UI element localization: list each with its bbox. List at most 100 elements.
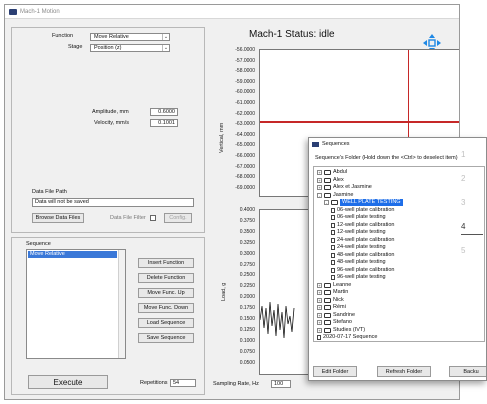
folder-icon [324, 327, 331, 333]
pager-number[interactable]: 3 [461, 198, 465, 207]
repetitions-label: Repetitions [140, 380, 168, 386]
list-scrollbar[interactable] [118, 250, 125, 358]
axis-tick-label: -65.0000 [235, 142, 255, 149]
axis-tick-label: 0.2250 [239, 283, 255, 290]
expand-icon[interactable]: + [317, 320, 322, 325]
expand-icon[interactable]: + [317, 312, 322, 318]
tree-sequence-item[interactable]: 06-well plate calibration [331, 207, 394, 214]
tree-sequence-item[interactable]: 12-well plate calibration [331, 222, 394, 229]
expand-icon[interactable]: + [317, 297, 322, 303]
tree-folder-item[interactable]: + Stefano [317, 319, 352, 326]
amplitude-input[interactable]: 0.6000 [150, 108, 178, 116]
pager-number[interactable]: 5 [461, 246, 465, 255]
tree-folder-item[interactable]: + Sandrine [317, 312, 355, 319]
tree-sequence-item[interactable]: 48-well plate calibration [331, 252, 394, 259]
folder-icon [324, 290, 331, 295]
axis-tick-label: 0.1500 [239, 316, 255, 322]
axis-tick-label: 0.3500 [239, 228, 255, 235]
axis-tick-label: -59.0000 [235, 78, 255, 85]
tree-item-label: 2020-07-17 Sequence [323, 334, 378, 340]
axis-tick-label: -58.0000 [235, 68, 255, 75]
tree-item-label: Abdul [333, 169, 348, 175]
sequence-folder-tree[interactable]: + Abdul + Alex + Alex et Jasmine - Jasmine - WELL… [313, 166, 485, 342]
repetitions-input[interactable]: 54 [170, 379, 196, 387]
sampling-rate-input[interactable]: 100 [271, 380, 291, 388]
tree-folder-item[interactable]: + Martin [317, 289, 348, 296]
file-icon [317, 335, 321, 340]
tree-item-label: Alex [333, 176, 344, 183]
function-select[interactable]: Move Relative ⌄ [90, 33, 170, 41]
sequence-list[interactable]: Move Relative [26, 249, 126, 359]
tree-folder-item[interactable]: + Nick [317, 297, 344, 304]
tree-item-label: Rémi [333, 304, 346, 310]
file-icon [331, 230, 335, 235]
tree-item-label: Martin [333, 289, 349, 295]
pager-number[interactable]: 4 [461, 222, 465, 231]
expand-icon[interactable]: + [317, 290, 322, 295]
tree-item-label: 06-well plate testing [337, 214, 386, 220]
collapse-icon[interactable]: - [317, 192, 322, 198]
pager-number[interactable]: 1 [461, 150, 465, 159]
amplitude-label: Amplitude, mm [92, 109, 129, 115]
stage-select[interactable]: Position (z) ⌄ [90, 44, 170, 52]
tree-folder-item[interactable]: + Alex [317, 177, 344, 184]
move-func-down-button[interactable]: Move Func. Down [138, 303, 194, 313]
edit-folder-button[interactable]: Edit Folder [313, 366, 357, 377]
dialog-title: Sequences [322, 141, 350, 147]
tree-sequence-item[interactable]: 24-well plate calibration [331, 237, 394, 244]
tree-folder-item[interactable]: + Alex et Jasmine [317, 184, 372, 191]
tree-folder-item[interactable]: + Studies (IVT) [317, 327, 365, 334]
axis-tick-label: 0.2500 [239, 272, 255, 279]
expand-icon[interactable]: + [317, 170, 322, 175]
expand-icon[interactable]: + [317, 185, 322, 190]
axis-tick-label: -68.0000 [235, 174, 255, 181]
tree-folder-item[interactable]: + Abdul [317, 169, 347, 176]
axis-tick-label: 0.3750 [239, 217, 255, 224]
tree-sequence-item[interactable]: 06-well plate testing [331, 214, 386, 221]
tree-item-label: 12-well plate calibration [337, 221, 395, 228]
axis-tick-label: 0.0500 [239, 359, 255, 366]
tree-item-label: 12-well plate testing [337, 229, 386, 235]
expand-icon[interactable]: + [317, 177, 322, 183]
backup-button[interactable]: Backu [449, 366, 486, 377]
position-trace [260, 121, 459, 123]
tree-item-label: Sandrine [333, 311, 356, 318]
list-item[interactable]: Move Relative [28, 251, 117, 258]
collapse-icon[interactable]: - [324, 200, 329, 205]
tree-sequence-item[interactable]: 96-well plate testing [331, 274, 386, 281]
tree-folder-item[interactable]: + Rémi [317, 304, 346, 311]
data-file-path-field[interactable]: Data will not be saved [32, 198, 194, 207]
expand-icon[interactable]: + [317, 282, 322, 288]
axis-tick-label: 0.1000 [239, 337, 255, 344]
data-file-filter-checkbox[interactable] [150, 215, 156, 221]
tree-item-label: 06-well plate calibration [337, 206, 395, 213]
tree-folder-item[interactable]: - WELL PLATE TESTING [324, 199, 403, 206]
velocity-input[interactable]: 0.1001 [150, 119, 178, 127]
insert-function-button[interactable]: Insert Function [138, 258, 194, 268]
save-sequence-button[interactable]: Save Sequence [138, 333, 194, 343]
expand-icon[interactable]: + [317, 305, 322, 310]
axis-tick-label: 0.0750 [239, 348, 255, 355]
axis-tick-label: -60.0000 [235, 89, 255, 96]
tree-sequence-item[interactable]: 96-well plate calibration [331, 267, 394, 274]
browse-data-files-button[interactable]: Browse Data Files [32, 213, 84, 223]
tree-item-label: WELL PLATE TESTING [340, 199, 403, 206]
move-func-up-button[interactable]: Move Func. Up [138, 288, 194, 298]
config-button[interactable]: Config. [164, 213, 192, 223]
tree-sequence-item[interactable]: 12-well plate testing [331, 229, 386, 236]
expand-icon[interactable]: + [317, 327, 322, 333]
execute-button[interactable]: Execute [28, 375, 108, 389]
axis-tick-label: -67.0000 [235, 163, 255, 170]
tree-sequence-item[interactable]: 24-well plate testing [331, 244, 386, 251]
file-icon [331, 222, 335, 228]
load-sequence-button[interactable]: Load Sequence [138, 318, 194, 328]
pager-number[interactable]: 2 [461, 174, 465, 183]
refresh-folder-button[interactable]: Refresh Folder [377, 366, 431, 377]
pager-current-underline [461, 234, 483, 235]
tree-item-label: 24-well plate testing [337, 244, 386, 250]
tree-folder-item[interactable]: - Jasmine [317, 192, 353, 199]
tree-folder-item[interactable]: + Leanne [317, 282, 351, 289]
delete-function-button[interactable]: Delete Function [138, 273, 194, 283]
tree-sequence-item[interactable]: 2020-07-17 Sequence [317, 334, 377, 341]
tree-sequence-item[interactable]: 48-well plate testing [331, 259, 386, 266]
